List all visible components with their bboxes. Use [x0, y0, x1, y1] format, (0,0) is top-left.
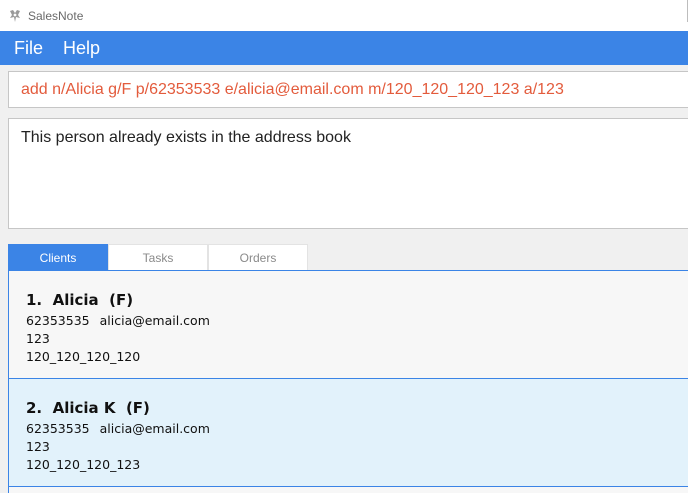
- tab-bar: Clients Tasks Orders: [8, 244, 308, 271]
- command-input[interactable]: add n/Alicia g/F p/62353533 e/alicia@ema…: [8, 71, 688, 108]
- client-phone: 62353535: [26, 313, 90, 328]
- app-window: SalesNote File Help add n/Alicia g/F p/6…: [0, 0, 688, 493]
- client-card-title: 1. Alicia (F): [26, 291, 133, 309]
- tab-clients[interactable]: Clients: [8, 244, 108, 271]
- client-phone: 62353535: [26, 421, 90, 436]
- client-name: Alicia K: [52, 399, 116, 417]
- client-measurement: 120_120_120_123: [26, 457, 141, 472]
- client-contact-line: 62353535 alicia@email.com: [26, 421, 210, 436]
- title-bar: SalesNote: [0, 0, 688, 31]
- client-email: alicia@email.com: [99, 421, 210, 436]
- menu-file[interactable]: File: [14, 38, 43, 59]
- window-title: SalesNote: [28, 8, 84, 23]
- client-card-selected[interactable]: 2. Alicia K (F) 62353535 alicia@email.com…: [9, 379, 688, 487]
- client-gender: (F): [109, 291, 134, 309]
- client-card-title: 2. Alicia K (F): [26, 399, 150, 417]
- app-logo-icon: [7, 8, 23, 24]
- command-input-text: add n/Alicia g/F p/62353533 e/alicia@ema…: [21, 80, 564, 98]
- tab-tasks[interactable]: Tasks: [108, 244, 208, 271]
- client-gender: (F): [125, 399, 150, 417]
- result-display: This person already exists in the addres…: [8, 118, 688, 229]
- client-contact-line: 62353535 alicia@email.com: [26, 313, 210, 328]
- client-email: alicia@email.com: [99, 313, 210, 328]
- client-address: 123: [26, 331, 50, 346]
- menu-help[interactable]: Help: [63, 38, 100, 59]
- client-index: 2.: [26, 399, 43, 417]
- client-name: Alicia: [52, 291, 99, 309]
- client-address: 123: [26, 439, 50, 454]
- client-card[interactable]: 1. Alicia (F) 62353535 alicia@email.com 1…: [9, 271, 688, 379]
- client-measurement: 120_120_120_120: [26, 349, 141, 364]
- result-message: This person already exists in the addres…: [21, 129, 351, 146]
- menu-bar: File Help: [0, 31, 688, 65]
- client-list: 1. Alicia (F) 62353535 alicia@email.com 1…: [8, 270, 688, 493]
- client-card-partial[interactable]: [9, 487, 688, 493]
- tab-orders[interactable]: Orders: [208, 244, 308, 271]
- client-index: 1.: [26, 291, 43, 309]
